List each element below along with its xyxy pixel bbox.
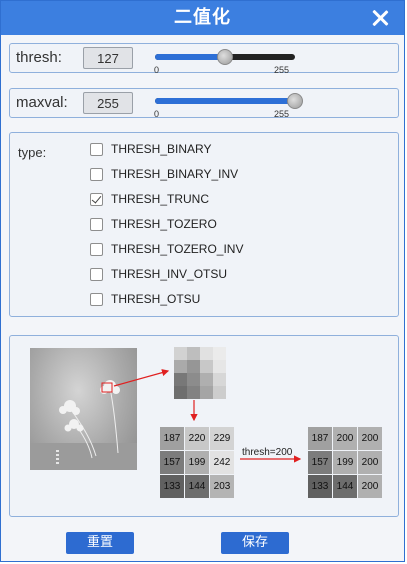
type-option-thresh-trunc[interactable]: THRESH_TRUNC xyxy=(90,190,209,208)
type-option-label: THRESH_TOZERO xyxy=(111,217,217,231)
checkbox-icon[interactable] xyxy=(90,292,103,306)
maxval-slider-handle[interactable] xyxy=(287,93,303,109)
pixel-cell: 187 xyxy=(308,427,332,450)
type-option-thresh-tozero-inv[interactable]: THRESH_TOZERO_INV xyxy=(90,240,243,258)
checkbox-icon[interactable] xyxy=(90,217,103,231)
reset-button[interactable]: 重置 xyxy=(66,532,134,554)
type-option-label: THRESH_TOZERO_INV xyxy=(111,242,244,256)
pixel-cell: 199 xyxy=(333,451,357,474)
thresh-slider-handle[interactable] xyxy=(216,49,233,65)
maxval-panel: maxval: 255 xyxy=(9,88,399,118)
pixel-cell: 200 xyxy=(358,475,382,498)
save-button[interactable]: 保存 xyxy=(221,532,289,554)
pixel-cell: 133 xyxy=(308,475,332,498)
pixel-cell: 133 xyxy=(160,475,184,498)
maxval-max-tick: 255 xyxy=(274,109,290,119)
type-option-label: THRESH_BINARY xyxy=(111,142,212,156)
thresh-min-tick: 0 xyxy=(154,65,160,75)
close-icon[interactable] xyxy=(370,8,390,28)
pixel-cell: 203 xyxy=(210,475,234,498)
pixel-cell: 199 xyxy=(185,451,209,474)
type-option-thresh-otsu[interactable]: THRESH_OTSU xyxy=(90,290,200,308)
type-option-label: THRESH_OTSU xyxy=(111,292,201,306)
pixel-cell: 157 xyxy=(160,451,184,474)
maxval-slider-track[interactable] xyxy=(155,98,295,104)
thresh-panel: thresh: 127 xyxy=(9,43,399,73)
threshold-dialog: 二值化 thresh: 127 0 255 maxval: 255 0 255 … xyxy=(0,0,405,562)
type-option-label: THRESH_INV_OTSU xyxy=(111,267,228,281)
checkbox-icon[interactable] xyxy=(90,242,103,256)
type-option-thresh-binary-inv[interactable]: THRESH_BINARY_INV xyxy=(90,165,238,183)
type-label: type: xyxy=(18,145,47,160)
checkbox-icon[interactable] xyxy=(90,167,103,181)
type-option-thresh-binary[interactable]: THRESH_BINARY xyxy=(90,140,211,158)
type-option-label: THRESH_BINARY_INV xyxy=(111,167,239,181)
checkbox-icon[interactable] xyxy=(90,267,103,281)
pixel-cell: 229 xyxy=(210,427,234,450)
title-bar: 二值化 xyxy=(1,1,404,35)
thresh-label: thresh: xyxy=(16,49,62,66)
thresh-value[interactable]: 127 xyxy=(83,47,133,69)
dialog-title: 二值化 xyxy=(174,7,231,28)
pixel-cell: 242 xyxy=(210,451,234,474)
pixel-cell: 200 xyxy=(333,427,357,450)
pixel-cell: 157 xyxy=(308,451,332,474)
pixel-cell: 144 xyxy=(185,475,209,498)
type-option-label: THRESH_TRUNC xyxy=(111,192,210,206)
pixel-cell: 200 xyxy=(358,451,382,474)
type-option-thresh-tozero[interactable]: THRESH_TOZERO xyxy=(90,215,217,233)
pixel-cell: 187 xyxy=(160,427,184,450)
thresh-max-tick: 255 xyxy=(274,65,290,75)
pixel-cell: 200 xyxy=(358,427,382,450)
thresh-slider-fill xyxy=(155,54,225,60)
maxval-label: maxval: xyxy=(16,94,68,111)
maxval-slider-fill xyxy=(155,98,295,104)
type-panel: type: THRESH_BINARY THRESH_BINARY_INV THRE… xyxy=(9,132,399,317)
illustration-panel: 187 220 229 157 199 242 133 144 203 thresh=200 1… xyxy=(9,335,399,517)
checkbox-checked-icon[interactable] xyxy=(90,192,103,206)
maxval-value[interactable]: 255 xyxy=(83,92,133,114)
checkbox-icon[interactable] xyxy=(90,142,103,156)
thresh-annotation: thresh=200 xyxy=(242,447,293,458)
pixel-cell: 144 xyxy=(333,475,357,498)
pixel-cell: 220 xyxy=(185,427,209,450)
maxval-min-tick: 0 xyxy=(154,109,160,119)
type-option-thresh-inv-otsu[interactable]: THRESH_INV_OTSU xyxy=(90,265,227,283)
